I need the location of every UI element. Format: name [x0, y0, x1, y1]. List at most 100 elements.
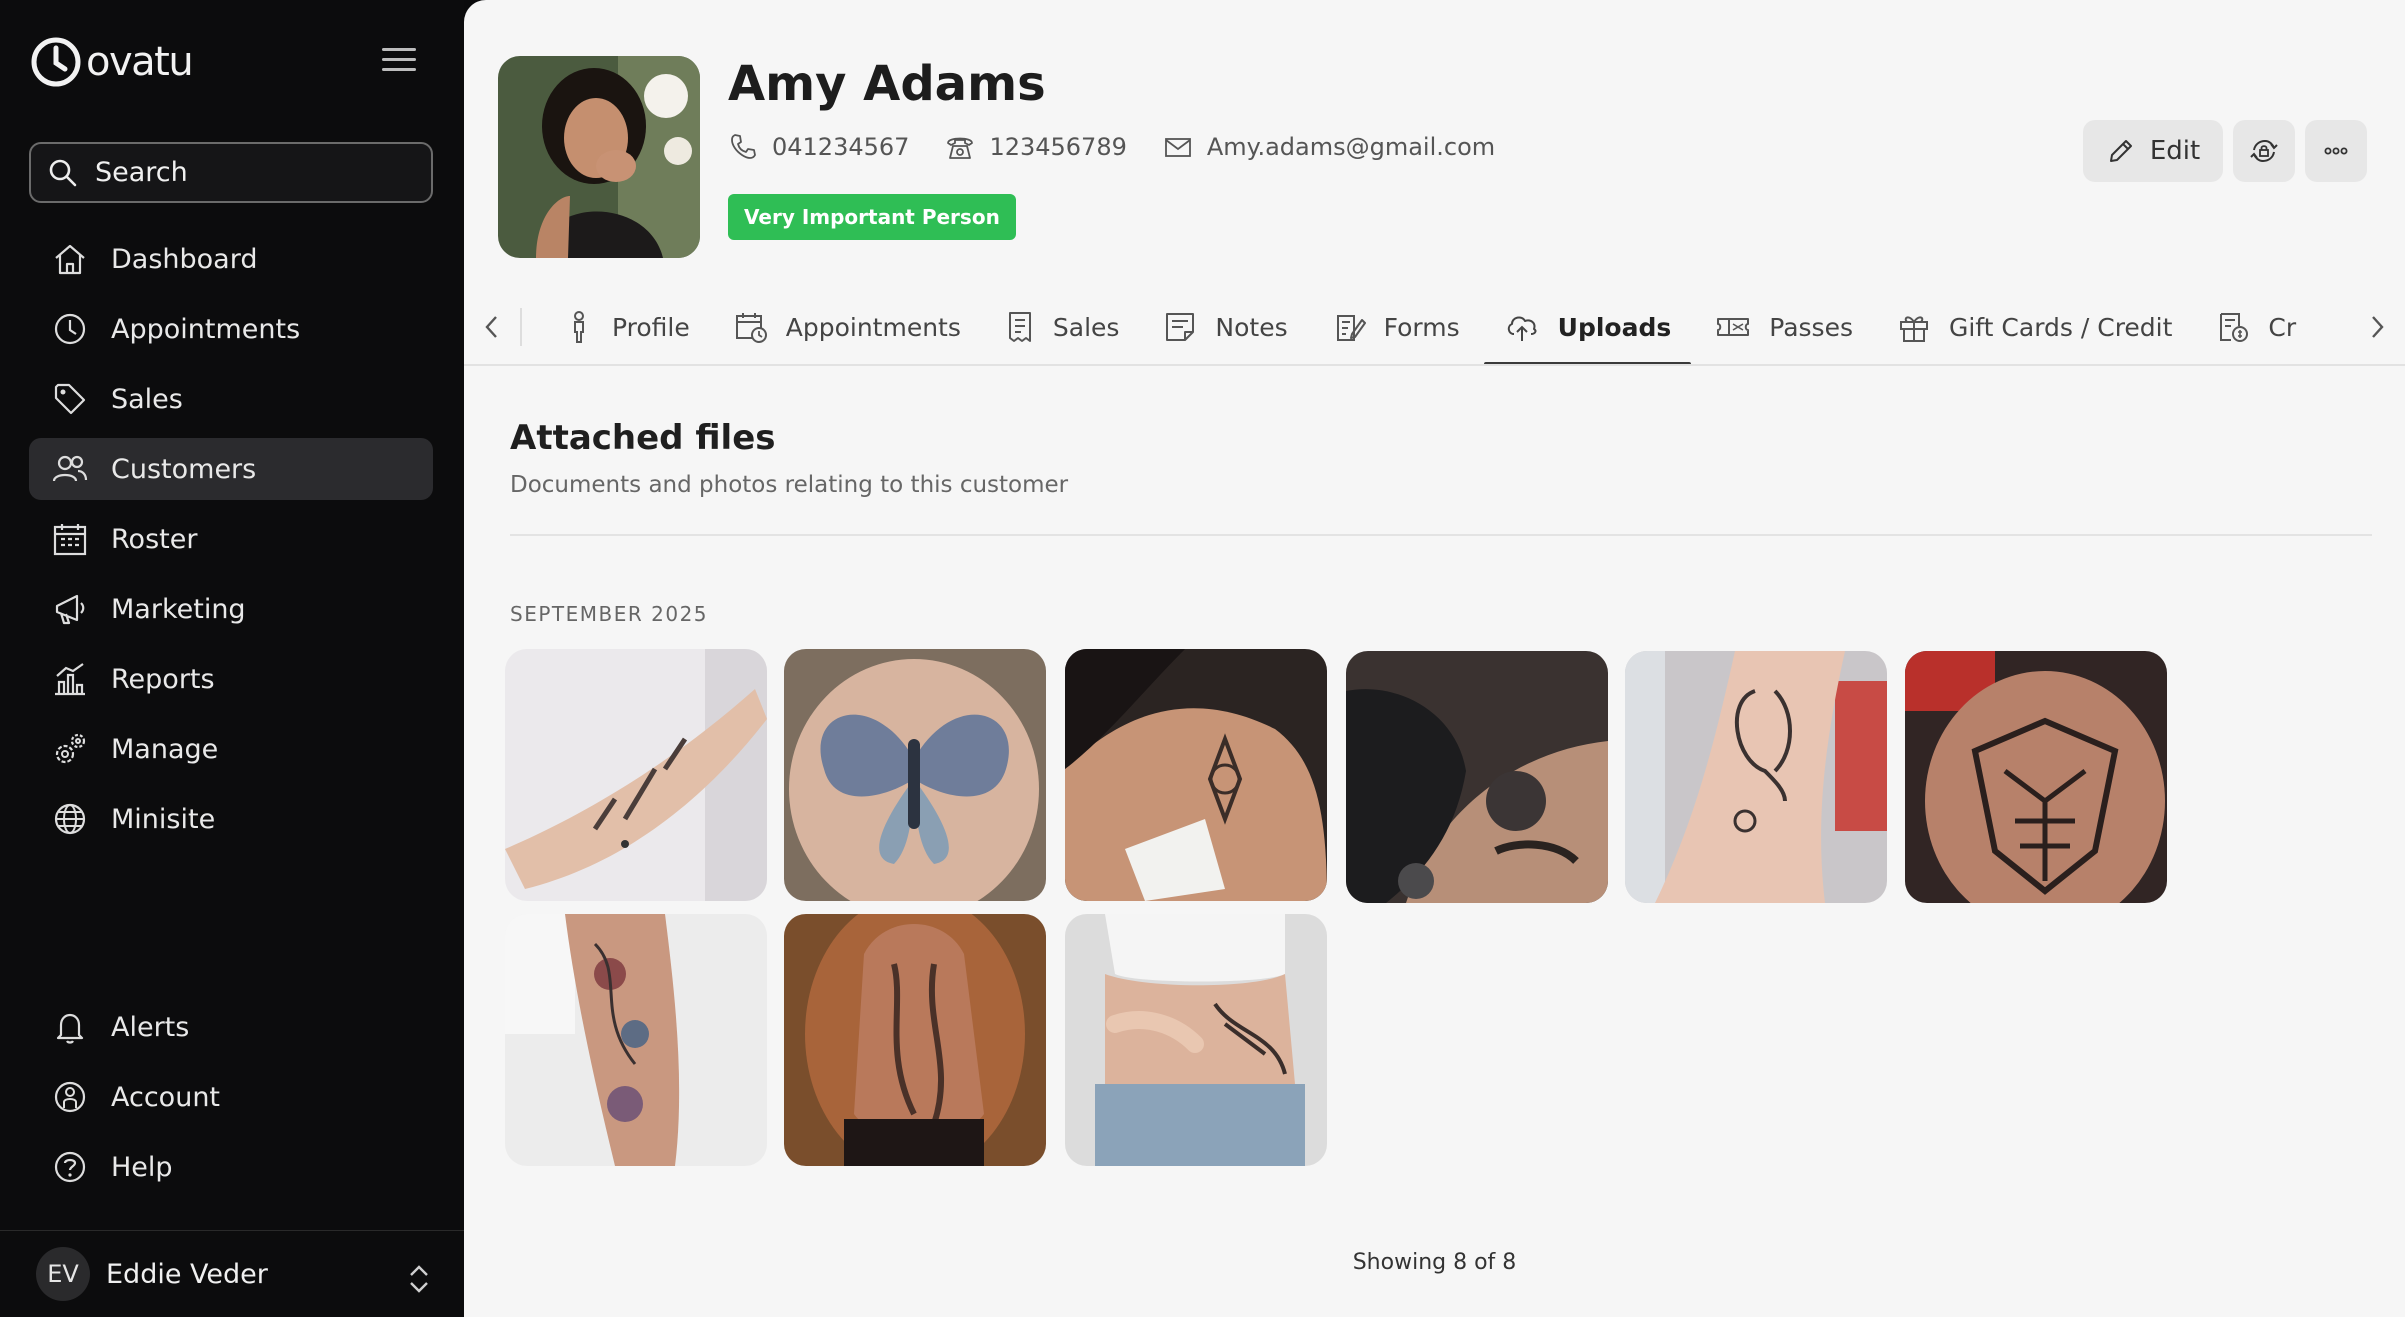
nav-item-help[interactable]: Help	[29, 1136, 433, 1198]
tab-forms[interactable]: Forms	[1312, 290, 1480, 364]
gears-icon	[55, 733, 86, 764]
nav-item-appointments[interactable]: Appointments	[29, 298, 433, 360]
main-panel: Amy Adams 041234567 123456789 Amy.adams@…	[464, 0, 2405, 1317]
tab-credit[interactable]: Cr	[2196, 290, 2316, 364]
nav-item-reports[interactable]: Reports	[29, 648, 433, 710]
chevron-right-icon	[2372, 316, 2384, 338]
tab-sales[interactable]: Sales	[985, 290, 1140, 364]
nav-label: Reports	[111, 663, 215, 695]
secondary-nav: Alerts Account Help	[29, 996, 433, 1206]
nav-item-sales[interactable]: Sales	[29, 368, 433, 430]
more-dots-icon	[2324, 147, 2348, 155]
customer-name: Amy Adams	[728, 56, 1046, 112]
more-options-button[interactable]	[2305, 120, 2367, 182]
telephone-icon	[947, 137, 974, 159]
search-button[interactable]: Search	[29, 142, 433, 203]
tab-appointments[interactable]: Appointments	[714, 290, 981, 364]
cloud-upload-icon	[1507, 316, 1537, 341]
nav-item-roster[interactable]: Roster	[29, 508, 433, 570]
user-switcher[interactable]: EV Eddie Veder	[0, 1230, 464, 1317]
note-icon	[1166, 313, 1195, 341]
nav-item-manage[interactable]: Manage	[29, 718, 433, 780]
tabs-scroll-right[interactable]	[2349, 290, 2405, 364]
nav-label: Roster	[111, 523, 198, 555]
section-divider	[510, 534, 2372, 536]
megaphone-icon	[55, 594, 85, 625]
receipt-icon	[1008, 312, 1031, 342]
nav-item-dashboard[interactable]: Dashboard	[29, 228, 433, 290]
tab-profile[interactable]: Profile	[544, 290, 710, 364]
edit-button[interactable]: Edit	[2083, 120, 2223, 182]
sidebar: ovatu Search Dashboard Appointments Sale…	[0, 0, 464, 1317]
search-icon	[49, 159, 77, 186]
credit-icon	[2220, 313, 2249, 342]
email-contact[interactable]: Amy.adams@gmail.com	[1163, 132, 1495, 162]
customer-tabs: Profile Appointments Sales Notes Forms U…	[464, 290, 2405, 366]
tab-label: Notes	[1215, 312, 1288, 342]
nav-label: Alerts	[111, 1011, 190, 1043]
nav-label: Appointments	[111, 313, 301, 345]
logo-text: ovatu	[86, 39, 194, 85]
upload-thumbnail[interactable]	[1065, 649, 1327, 901]
upload-thumbnail[interactable]	[1346, 651, 1608, 903]
upload-thumbnail[interactable]	[1625, 651, 1887, 903]
ovatu-logo[interactable]: ovatu	[30, 36, 194, 88]
tab-uploads[interactable]: Uploads	[1483, 290, 1692, 364]
nav-item-minisite[interactable]: Minisite	[29, 788, 433, 850]
account-icon	[54, 1081, 86, 1113]
ticket-icon	[1717, 318, 1750, 336]
globe-icon	[54, 803, 86, 835]
tab-gift-cards[interactable]: Gift Cards / Credit	[1877, 290, 2192, 364]
tab-list: Profile Appointments Sales Notes Forms U…	[522, 290, 2349, 364]
sync-button[interactable]	[2233, 120, 2295, 182]
gift-icon	[1899, 316, 1928, 342]
mail-icon	[1164, 138, 1191, 157]
vip-badge: Very Important Person	[728, 194, 1016, 240]
tab-label: Passes	[1769, 312, 1853, 342]
phone-number: 041234567	[772, 133, 910, 161]
section-title: Attached files	[510, 418, 776, 458]
upload-thumbnail[interactable]	[784, 914, 1046, 1166]
nav-label: Marketing	[111, 593, 246, 625]
chevron-left-icon	[485, 316, 497, 338]
chevron-updown-icon[interactable]	[404, 1262, 434, 1296]
refresh-lock-icon	[2250, 139, 2278, 163]
upload-thumbnail[interactable]	[505, 649, 767, 901]
contact-details: 041234567 123456789 Amy.adams@gmail.com	[728, 132, 1495, 162]
profile-actions: Edit	[2083, 120, 2367, 182]
nav-label: Sales	[111, 383, 183, 415]
nav-label: Help	[111, 1151, 173, 1183]
upload-thumbnail[interactable]	[1905, 651, 2167, 903]
month-heading: SEPTEMBER 2025	[510, 602, 709, 626]
bar-chart-icon	[55, 663, 85, 696]
landline-number: 123456789	[989, 133, 1127, 161]
landline-phone[interactable]: 123456789	[945, 132, 1127, 162]
nav-item-alerts[interactable]: Alerts	[29, 996, 433, 1058]
nav-label: Customers	[111, 453, 257, 485]
clock-icon	[54, 313, 86, 345]
tab-label: Appointments	[785, 312, 961, 342]
upload-thumbnail[interactable]	[784, 649, 1046, 901]
tab-notes[interactable]: Notes	[1143, 290, 1307, 364]
tab-label: Profile	[612, 312, 690, 342]
customer-photo	[498, 56, 700, 258]
tabs-scroll-left[interactable]	[464, 290, 520, 364]
tag-icon	[54, 383, 86, 415]
mobile-phone[interactable]: 041234567	[728, 132, 909, 162]
tab-label: Sales	[1052, 312, 1120, 342]
nav-label: Minisite	[111, 803, 216, 835]
tab-label: Forms	[1383, 312, 1460, 342]
nav-label: Manage	[111, 733, 219, 765]
nav-item-marketing[interactable]: Marketing	[29, 578, 433, 640]
tab-label: Gift Cards / Credit	[1948, 312, 2173, 342]
attached-files-header: Attached files Documents and photos rela…	[510, 418, 2380, 498]
upload-thumbnail[interactable]	[505, 914, 767, 1166]
calendar-grid-icon	[53, 524, 87, 556]
nav-item-account[interactable]: Account	[29, 1066, 433, 1128]
tab-passes[interactable]: Passes	[1695, 290, 1873, 364]
avatar: EV	[36, 1247, 90, 1301]
upload-thumbnail[interactable]	[1065, 914, 1327, 1166]
menu-toggle-icon[interactable]	[382, 48, 416, 76]
main-nav: Dashboard Appointments Sales Customers R…	[29, 228, 433, 858]
nav-item-customers[interactable]: Customers	[29, 438, 433, 500]
